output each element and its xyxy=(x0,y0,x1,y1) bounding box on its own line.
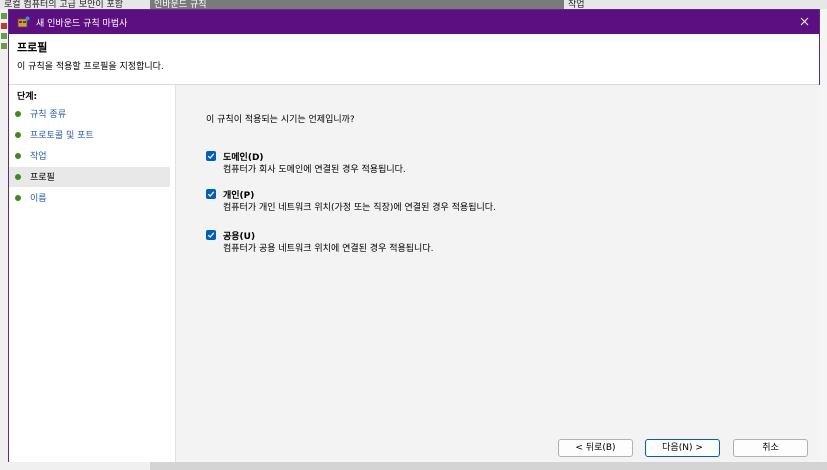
step-dot-icon xyxy=(15,153,21,159)
background-window-title: 로컬 컴퓨터의 고급 보안이 포함 xyxy=(4,0,124,9)
private-checkbox[interactable] xyxy=(206,189,216,199)
title-bar[interactable]: 새 인바운드 규칙 마법사 xyxy=(9,10,819,34)
step-dot-icon xyxy=(15,111,21,117)
step-dot-icon xyxy=(15,195,21,201)
close-icon[interactable] xyxy=(795,13,813,31)
step-protocol-port[interactable]: 프로토콜 및 포트 xyxy=(9,125,170,145)
step-label: 프로토콜 및 포트 xyxy=(30,131,94,141)
step-dot-icon xyxy=(15,174,21,180)
domain-checkbox[interactable] xyxy=(206,151,216,161)
inbound-rule-wizard-dialog: 새 인바운드 규칙 마법사 프로필 이 규칙을 적용할 프로필을 지정합니다. … xyxy=(8,9,820,462)
step-label: 작업 xyxy=(30,152,47,162)
step-label: 프로필 xyxy=(30,173,55,183)
page-subtitle: 이 규칙을 적용할 프로필을 지정합니다. xyxy=(17,62,164,72)
background-actions-title: 작업 xyxy=(568,0,585,9)
content-panel: 이 규칙이 적용되는 시기는 언제입니까? 도메인(D) 컴퓨터가 회사 도메인… xyxy=(176,85,820,462)
domain-description: 컴퓨터가 회사 도메인에 연결된 경우 적용됩니다. xyxy=(223,165,406,175)
cancel-button[interactable]: 취소 xyxy=(733,439,808,457)
checkmark-icon xyxy=(207,191,215,197)
steps-panel: 단계: 규칙 종류 프로토콜 및 포트 작업 프로필 이름 xyxy=(9,85,176,462)
step-label: 이름 xyxy=(30,194,47,204)
step-profile[interactable]: 프로필 xyxy=(9,167,170,187)
step-name[interactable]: 이름 xyxy=(9,188,170,208)
background-pane-title: 인바운드 규칙 xyxy=(150,0,564,9)
back-button[interactable]: < 뒤로(B) xyxy=(558,439,633,457)
background-tree-icons xyxy=(0,9,8,69)
steps-title: 단계: xyxy=(17,92,38,102)
dialog-title: 새 인바운드 규칙 마법사 xyxy=(36,19,128,29)
wizard-icon xyxy=(17,16,30,28)
checkmark-icon xyxy=(207,232,215,238)
background-window-header: 로컬 컴퓨터의 고급 보안이 포함 인바운드 규칙 작업 xyxy=(0,0,827,9)
next-button[interactable]: 다음(N) > xyxy=(645,439,720,457)
wizard-header: 프로필 이 규칙을 적용할 프로필을 지정합니다. xyxy=(9,34,819,85)
step-dot-icon xyxy=(15,132,21,138)
public-checkbox[interactable] xyxy=(206,230,216,240)
checkmark-icon xyxy=(207,153,215,159)
step-label: 규칙 종류 xyxy=(30,110,66,120)
public-description: 컴퓨터가 공용 네트워크 위치에 연결된 경우 적용됩니다. xyxy=(223,244,434,254)
profile-question: 이 규칙이 적용되는 시기는 언제입니까? xyxy=(206,115,355,125)
step-rule-type[interactable]: 규칙 종류 xyxy=(9,104,170,124)
background-scrollbar xyxy=(150,462,827,470)
page-title: 프로필 xyxy=(17,41,48,54)
private-description: 컴퓨터가 개인 네트워크 위치(가정 또는 직장)에 연결된 경우 적용됩니다. xyxy=(223,203,496,213)
step-action[interactable]: 작업 xyxy=(9,146,170,166)
